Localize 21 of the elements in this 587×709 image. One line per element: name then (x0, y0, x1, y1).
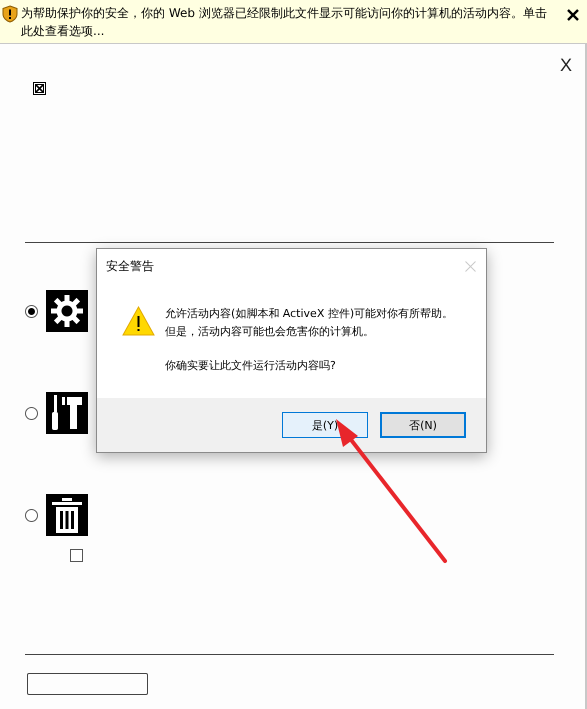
info-bar-message: 为帮助保护你的安全，你的 Web 浏览器已经限制此文件显示可能访问你的计算机的活动内容。单击此处查看选项... (21, 5, 548, 40)
dialog-message: 但是，活动内容可能也会危害你的计算机。 (165, 324, 375, 340)
warning-icon (122, 306, 155, 336)
yes-button[interactable]: 是(Y) (282, 412, 368, 438)
close-button[interactable]: X (560, 55, 572, 76)
radio-button[interactable] (25, 406, 38, 420)
radio-button[interactable] (25, 508, 38, 522)
broken-image-icon (33, 82, 46, 95)
dialog-message: 允许活动内容(如脚本和 ActiveX 控件)可能对你有所帮助。 (165, 306, 454, 322)
dialog-question: 你确实要让此文件运行活动内容吗? (165, 358, 337, 374)
checkbox[interactable] (70, 549, 83, 562)
gear-icon (46, 290, 88, 332)
info-bar[interactable]: 为帮助保护你的安全，你的 Web 浏览器已经限制此文件显示可能访问你的计算机的活动内容。单击此处查看选项... (0, 0, 587, 44)
trash-icon (46, 494, 88, 536)
dialog-title: 安全警告 (106, 258, 154, 274)
close-icon[interactable] (567, 9, 579, 21)
tools-icon (46, 392, 88, 434)
radio-button[interactable] (25, 304, 38, 318)
shield-icon (2, 5, 18, 23)
no-button[interactable]: 否(N) (380, 412, 466, 438)
button[interactable] (27, 673, 148, 695)
